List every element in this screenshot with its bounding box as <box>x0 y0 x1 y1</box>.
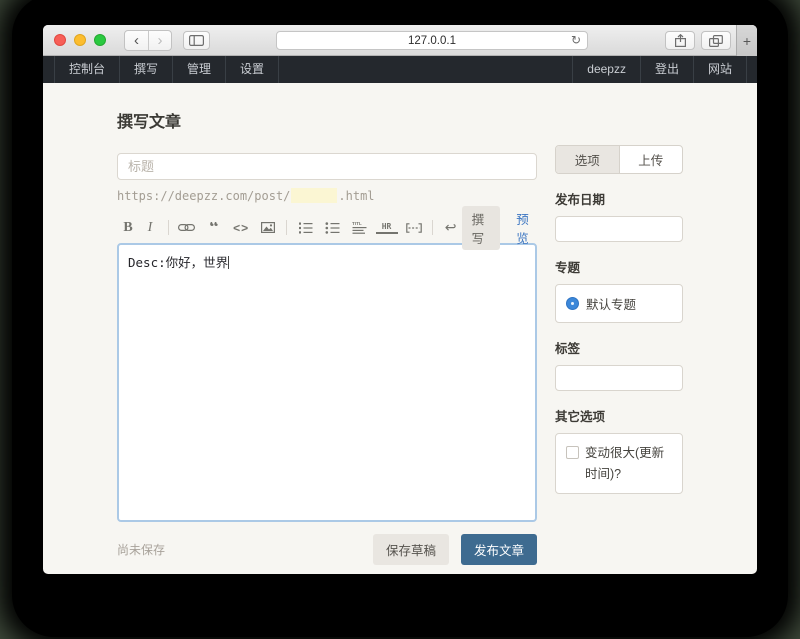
nav-item-write[interactable]: 撰写 <box>120 56 173 83</box>
tabs-icon <box>709 35 723 47</box>
publish-date-input[interactable] <box>555 216 683 242</box>
sidebar-icon <box>189 35 204 46</box>
image-icon[interactable] <box>257 222 279 233</box>
radio-selected-icon[interactable] <box>566 297 579 310</box>
horizontal-rule-icon[interactable]: HR <box>376 222 398 234</box>
traffic-lights <box>54 34 106 46</box>
tab-upload[interactable]: 上传 <box>619 146 683 173</box>
link-icon[interactable] <box>176 223 198 232</box>
back-button[interactable]: ‹ <box>125 31 148 50</box>
address-url: 127.0.0.1 <box>408 35 456 47</box>
editor-toolbar: B I “ <> <box>117 216 537 239</box>
tab-write[interactable]: 撰写 <box>462 206 501 250</box>
post-url-preview: https://deepzz.com/post/ .html <box>117 188 537 203</box>
tab-preview[interactable]: 预览 <box>514 206 537 250</box>
blockquote-icon[interactable]: “ <box>203 222 225 234</box>
editor-text: Desc:你好，世界 <box>128 255 228 270</box>
page-title: 撰写文章 <box>117 108 537 132</box>
browser-window: ‹ › 127.0.0.1 ↻ + <box>43 25 757 574</box>
nav-item-username[interactable]: deepzz <box>572 56 640 83</box>
history-nav-group: ‹ › <box>124 30 172 51</box>
nav-item-website[interactable]: 网站 <box>693 56 746 83</box>
options-sidebar: 选项 上传 发布日期 专题 默认专题 标签 其它选项 <box>555 145 683 565</box>
nav-item-settings[interactable]: 设置 <box>226 56 279 83</box>
publish-button[interactable]: 发布文章 <box>461 534 537 565</box>
other-options-label: 其它选项 <box>555 406 683 425</box>
forward-button[interactable]: › <box>148 31 171 50</box>
editor-mode-tabs: 撰写 预览 <box>462 206 537 250</box>
save-status: 尚未保存 <box>117 541 165 558</box>
reload-icon[interactable]: ↻ <box>571 33 581 47</box>
code-icon[interactable]: <> <box>230 221 252 235</box>
tags-input[interactable] <box>555 365 683 391</box>
share-button[interactable] <box>665 31 695 50</box>
topic-option-default[interactable]: 默认专题 <box>566 294 672 313</box>
topic-label: 专题 <box>555 257 683 276</box>
nav-item-manage[interactable]: 管理 <box>173 56 226 83</box>
major-change-option[interactable]: 变动很大(更新时间)? <box>566 443 672 484</box>
navbar-right: deepzz 登出 网站 <box>572 56 747 83</box>
address-bar[interactable]: 127.0.0.1 ↻ <box>276 31 588 50</box>
text-caret <box>228 256 229 269</box>
url-prefix: https://deepzz.com/post/ <box>117 189 290 203</box>
other-options-box: 变动很大(更新时间)? <box>555 433 683 494</box>
toolbar-divider <box>432 220 433 235</box>
italic-icon[interactable]: I <box>139 220 161 236</box>
toolbar-divider <box>168 220 169 235</box>
navbar-left: 控制台 撰写 管理 设置 <box>54 56 279 83</box>
major-change-label: 变动很大(更新时间)? <box>585 443 672 484</box>
share-icon <box>675 34 686 47</box>
editor-textarea[interactable]: Desc:你好，世界 <box>117 243 537 522</box>
editor-column: 撰写文章 https://deepzz.com/post/ .html B I <box>117 83 537 565</box>
new-tab-button[interactable]: + <box>736 25 757 56</box>
ordered-list-icon[interactable] <box>294 222 316 234</box>
browser-titlebar: ‹ › 127.0.0.1 ↻ + <box>43 25 757 56</box>
sidebar-toggle-button[interactable] <box>183 31 210 50</box>
heading-title-icon[interactable]: TITL <box>348 221 370 234</box>
svg-text:TITL: TITL <box>352 221 362 226</box>
save-draft-button[interactable]: 保存草稿 <box>373 534 449 565</box>
topic-box: 默认专题 <box>555 284 683 323</box>
page-content: 撰写文章 https://deepzz.com/post/ .html B I <box>43 83 757 565</box>
nav-item-logout[interactable]: 登出 <box>640 56 693 83</box>
tab-overview-button[interactable] <box>701 31 731 50</box>
checkbox-unchecked-icon[interactable] <box>566 446 579 459</box>
tags-label: 标签 <box>555 338 683 357</box>
tab-options[interactable]: 选项 <box>556 146 619 173</box>
close-window-button[interactable] <box>54 34 66 46</box>
zoom-window-button[interactable] <box>94 34 106 46</box>
post-title-input[interactable] <box>117 153 537 180</box>
app-navbar: 控制台 撰写 管理 设置 deepzz 登出 网站 <box>43 56 757 83</box>
unordered-list-icon[interactable] <box>321 222 343 234</box>
undo-icon[interactable]: ↩ <box>440 219 462 236</box>
bold-icon[interactable]: B <box>117 220 139 236</box>
editor-footer: 尚未保存 保存草稿 发布文章 <box>117 534 537 565</box>
toolbar-divider <box>286 220 287 235</box>
page-break-icon[interactable] <box>403 223 425 233</box>
nav-item-console[interactable]: 控制台 <box>55 56 120 83</box>
url-suffix: .html <box>338 189 374 203</box>
url-slug-field[interactable] <box>291 188 337 203</box>
publish-date-label: 发布日期 <box>555 189 683 208</box>
sidebar-tabs: 选项 上传 <box>555 145 683 174</box>
minimize-window-button[interactable] <box>74 34 86 46</box>
topic-option-label: 默认专题 <box>586 294 636 313</box>
